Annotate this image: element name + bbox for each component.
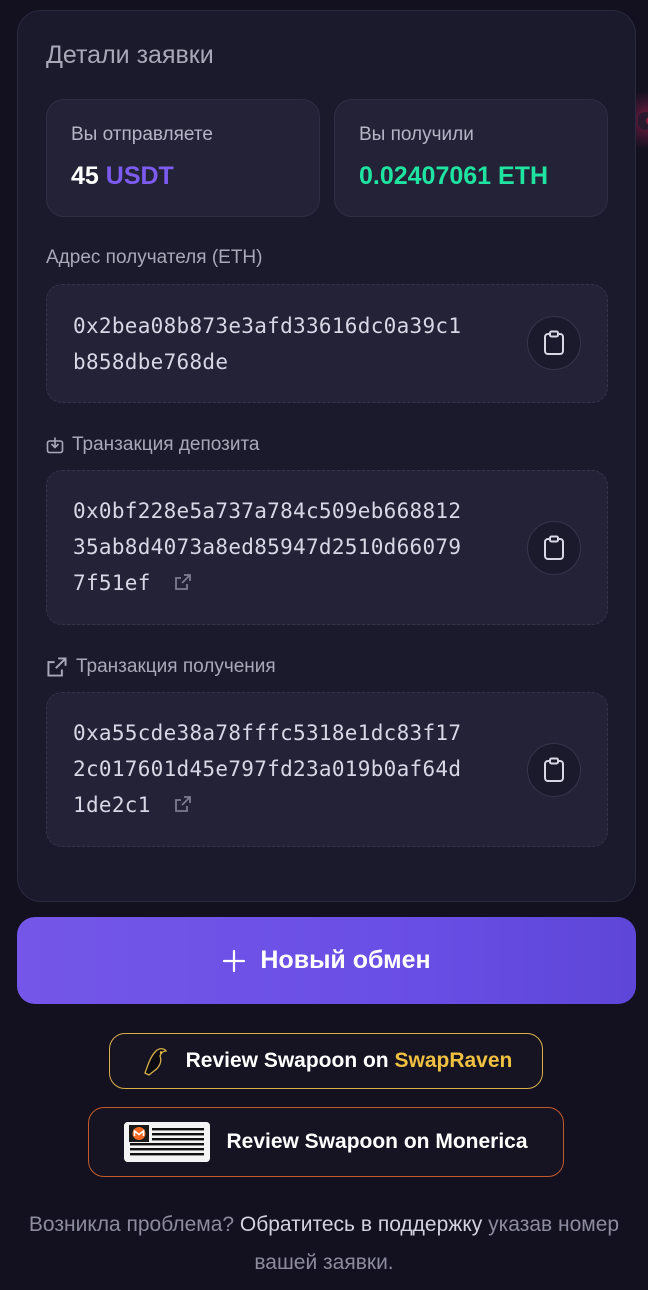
copy-deposit-tx-button[interactable] (527, 521, 581, 575)
deposit-tx-line-1: 0x0bf228e5a737a784c509eb668812 (73, 499, 462, 523)
raven-logo (143, 1048, 167, 1076)
review-swapraven-prefix: Review Swapoon on (185, 1049, 395, 1072)
deposit-tx-line-3-text: 7f51ef (73, 571, 151, 595)
payout-tx-line-2: 2c017601d45e797fd23a019b0af64d (73, 757, 462, 781)
recipient-address: 0x2bea08b873e3afd33616dc0a39c1 b858dbe76… (73, 308, 513, 380)
review-swapraven-button[interactable]: Review Swapoon on SwapRaven (109, 1033, 543, 1089)
clipboard-icon (544, 330, 564, 355)
deposit-tx-label: Транзакция депозита (46, 434, 260, 456)
send-amount-box: Вы отправляете 45 USDT (46, 99, 320, 217)
receive-amount-box: Вы получили 0.02407061 ETH (334, 99, 608, 217)
payout-tx-line-1: 0xa55cde38a78fffc5318e1dc83f17 (73, 721, 462, 745)
floating-widget-edge[interactable] (638, 112, 648, 130)
external-link-icon[interactable] (173, 794, 193, 814)
receive-label: Вы получили (359, 124, 474, 145)
deposit-tx-hash: 0x0bf228e5a737a784c509eb668812 35ab8d407… (73, 493, 513, 601)
new-exchange-label: Новый обмен (260, 946, 431, 974)
contact-support-link[interactable]: Обратитесь в поддержку (240, 1213, 482, 1236)
send-label: Вы отправляете (71, 124, 213, 145)
deposit-tx-line-2: 35ab8d4073a8ed85947d2510d66079 (73, 535, 462, 559)
deposit-tx-label-text: Транзакция депозита (72, 434, 260, 455)
review-monerica-label: Review Swapoon on Monerica (226, 1130, 528, 1153)
payout-tx-hash: 0xa55cde38a78fffc5318e1dc83f17 2c017601d… (73, 715, 513, 823)
recipient-address-box: 0x2bea08b873e3afd33616dc0a39c1 b858dbe76… (46, 284, 608, 403)
recipient-address-label-text: Адрес получателя (ETH) (46, 247, 263, 268)
deposit-tx-box: 0x0bf228e5a737a784c509eb668812 35ab8d407… (46, 470, 608, 625)
monero-logo (124, 1122, 211, 1162)
payout-tx-label: Транзакция получения (46, 656, 276, 678)
recipient-address-line-2: b858dbe768de (73, 350, 229, 374)
external-link-icon (47, 657, 67, 677)
swapraven-brand: SwapRaven (394, 1049, 513, 1072)
copy-recipient-button[interactable] (527, 316, 581, 370)
payout-tx-label-text: Транзакция получения (76, 656, 276, 677)
recipient-address-label: Адрес получателя (ETH) (46, 247, 262, 269)
payout-tx-line-3-text: 1de2c1 (73, 793, 151, 817)
deposit-tx-line-3: 7f51ef (73, 565, 513, 601)
send-amount: 45 USDT (71, 162, 174, 191)
copy-payout-tx-button[interactable] (527, 743, 581, 797)
external-link-icon[interactable] (173, 572, 193, 592)
support-note-part-1: Возникла проблема? (28, 1213, 240, 1236)
support-note: Возникла проблема? Обратитесь в поддержк… (0, 1206, 648, 1282)
review-monerica-button[interactable]: Review Swapoon on Monerica (88, 1107, 564, 1177)
recipient-address-line-1: 0x2bea08b873e3afd33616dc0a39c1 (73, 314, 462, 338)
card-title: Детали заявки (46, 41, 214, 69)
receive-amount: 0.02407061 ETH (359, 162, 549, 190)
plus-icon (223, 949, 246, 972)
order-details-card: Детали заявки Вы отправляете 45 USDT Вы … (17, 10, 636, 902)
clipboard-icon (544, 757, 564, 782)
new-exchange-button[interactable]: Новый обмен (17, 917, 636, 1004)
payout-tx-line-3: 1de2c1 (73, 787, 513, 823)
download-icon (46, 437, 64, 454)
send-currency: USDT (105, 162, 174, 190)
review-swapraven-label: Review Swapoon on SwapRaven (186, 1049, 513, 1073)
payout-tx-box: 0xa55cde38a78fffc5318e1dc83f17 2c017601d… (46, 692, 608, 847)
send-amount-number: 45 (71, 162, 99, 190)
clipboard-icon (544, 535, 564, 560)
